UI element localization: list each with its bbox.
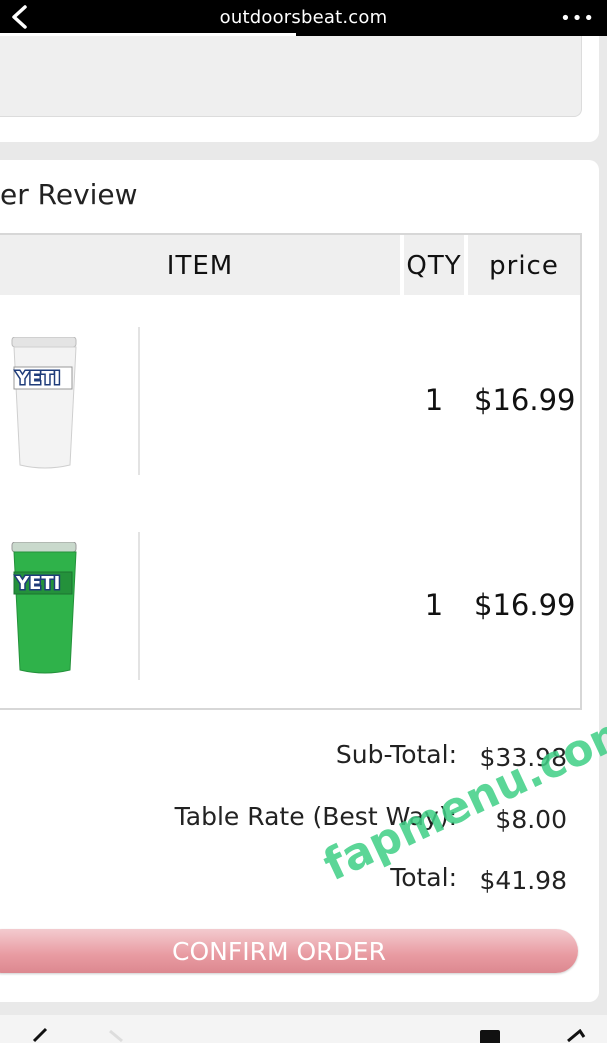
table-row: YETI 1 $16.99 — [0, 502, 580, 702]
browser-top-bar: outdoorsbeat.com ••• — [0, 0, 607, 36]
confirm-order-button[interactable]: CONFIRM ORDER — [0, 929, 578, 973]
previous-section-card — [0, 36, 599, 142]
back-nav-icon[interactable] — [28, 1027, 50, 1043]
white-tumbler-thumbnail[interactable]: YETI — [10, 337, 80, 472]
order-table: ITEM QTY price YETI 1 $16.99 YETI 1 $16.… — [0, 233, 582, 710]
row-price: $16.99 — [474, 383, 576, 417]
browser-bottom-bar — [0, 1015, 607, 1043]
more-icon[interactable]: ••• — [560, 8, 595, 29]
row-divider — [138, 327, 140, 475]
table-row: YETI 1 $16.99 — [0, 297, 580, 497]
url-text[interactable]: outdoorsbeat.com — [0, 7, 607, 28]
row-qty: 1 — [424, 383, 444, 417]
table-header: ITEM QTY price — [0, 235, 580, 295]
header-qty: QTY — [404, 235, 464, 295]
tabs-arrow-icon[interactable] — [564, 1029, 588, 1043]
forward-nav-icon[interactable] — [106, 1029, 128, 1043]
row-divider — [138, 532, 140, 680]
row-qty: 1 — [424, 588, 444, 622]
share-icon[interactable] — [480, 1030, 500, 1043]
previous-section-field — [0, 36, 582, 117]
subtotal-label: Sub-Total: — [335, 740, 457, 769]
yeti-logo-text: YETI — [15, 573, 60, 594]
header-item: ITEM — [166, 251, 234, 281]
header-price: price — [489, 251, 559, 281]
yeti-logo-text: YETI — [15, 368, 60, 389]
green-tumbler-thumbnail[interactable]: YETI — [10, 542, 80, 677]
section-title: er Review — [0, 178, 138, 211]
row-price: $16.99 — [474, 588, 576, 622]
